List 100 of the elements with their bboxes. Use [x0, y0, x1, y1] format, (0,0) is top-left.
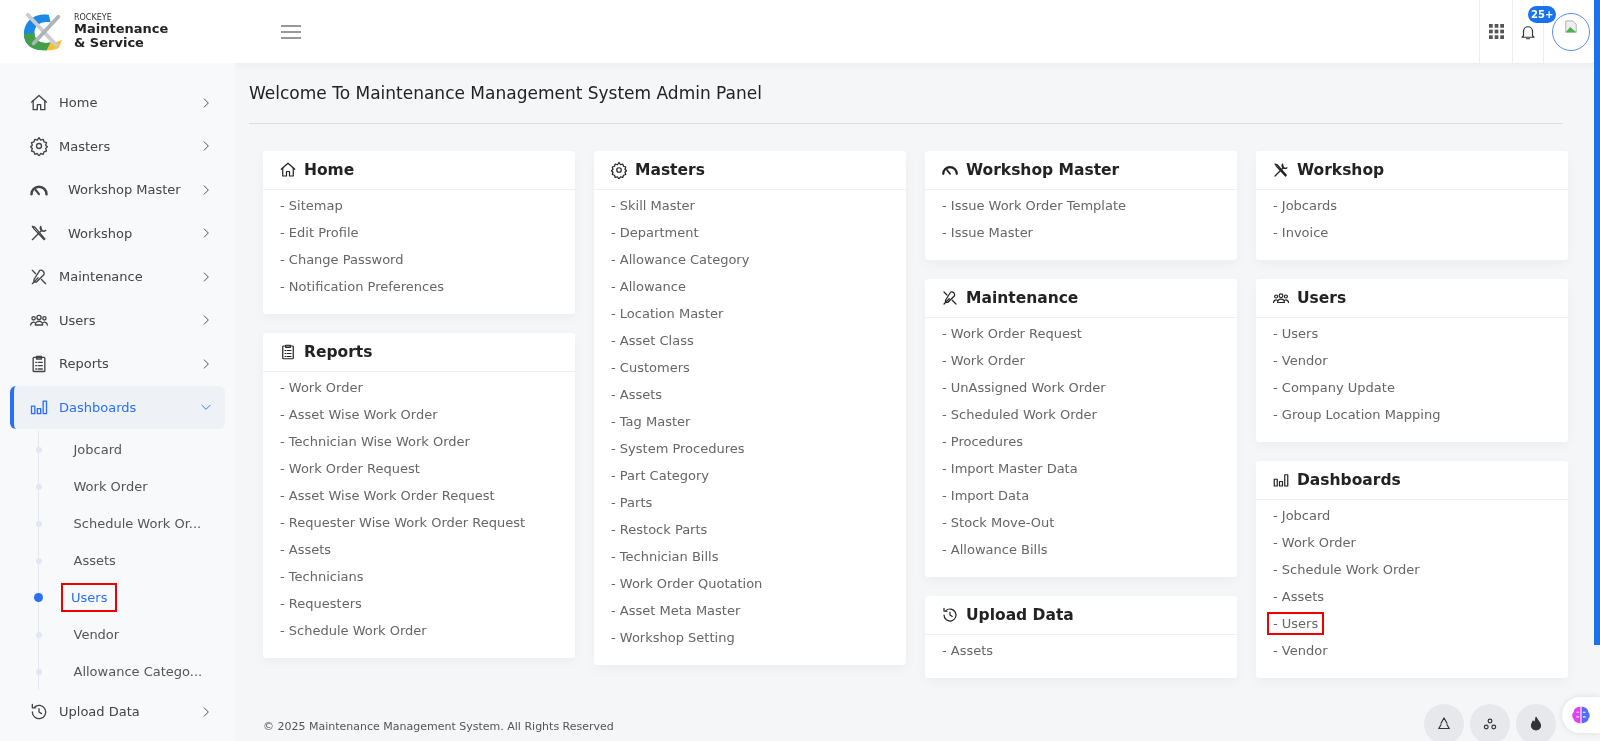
home-icon [29, 92, 49, 113]
submenu-item[interactable]: Allowance Catego... [63, 657, 213, 686]
card-link[interactable]: - Company Update [1267, 376, 1401, 399]
card-link[interactable]: - Users [1267, 322, 1325, 345]
card-link[interactable]: - Work Order [936, 349, 1031, 372]
card-link[interactable]: - Work Order Request [274, 457, 426, 480]
card-link[interactable]: - Asset Wise Work Order Request [274, 484, 501, 507]
sidebar-item[interactable]: Workshop [10, 211, 225, 255]
card-link[interactable]: - Location Master [605, 302, 730, 325]
card-link[interactable]: - Allowance [605, 275, 692, 298]
card-link[interactable]: - Customers [605, 356, 696, 379]
footer-text: © 2025 Maintenance Management System. All Rights Reserved [263, 719, 614, 733]
card-link[interactable]: - Assets [936, 639, 1000, 662]
submenu-item[interactable]: Assets [63, 546, 126, 575]
card-link[interactable]: - Edit Profile [274, 221, 365, 244]
card-link[interactable]: - Work Order Request [936, 322, 1088, 345]
card-link[interactable]: - Issue Master [936, 221, 1039, 244]
card-link[interactable]: - Part Category [605, 464, 715, 487]
notification-badge: 25+ [1528, 6, 1557, 23]
card-link[interactable]: - Vendor [1267, 639, 1334, 662]
wrench-screwdriver-icon [941, 289, 959, 307]
card-link[interactable]: - Asset Meta Master [605, 599, 747, 622]
brand-title: Maintenance [74, 22, 169, 36]
history-icon [29, 701, 49, 722]
card-link[interactable]: - Import Master Data [936, 457, 1084, 480]
assistant-button[interactable] [1562, 697, 1600, 733]
card-link[interactable]: - Scheduled Work Order [936, 403, 1103, 426]
card-link[interactable]: - Procedures [936, 430, 1029, 453]
card-link[interactable]: - Jobcard [1267, 504, 1337, 527]
card-link[interactable]: - Schedule Work Order [274, 619, 433, 642]
card-title: Masters [635, 161, 705, 179]
card-link[interactable]: - Asset Wise Work Order [274, 403, 444, 426]
floating-button[interactable] [1516, 704, 1556, 741]
card-link[interactable]: - Notification Preferences [274, 275, 450, 298]
card-link[interactable]: - Work Order Quotation [605, 572, 769, 595]
card-title: Users [1297, 289, 1347, 307]
card-link[interactable]: - Import Data [936, 484, 1036, 507]
card-link[interactable]: - UnAssigned Work Order [936, 376, 1112, 399]
card-link[interactable]: - Group Location Mapping [1267, 403, 1447, 426]
sidebar-item[interactable]: Maintenance [10, 255, 225, 299]
grid-icon [1488, 24, 1504, 39]
card-link[interactable]: - Schedule Work Order [1267, 558, 1426, 581]
gear-icon [29, 136, 49, 157]
card-link[interactable]: - Users [1267, 612, 1325, 635]
card-title: Dashboards [1297, 471, 1401, 489]
sidebar-item[interactable]: Workshop Master [10, 168, 225, 212]
card-link[interactable]: - Technicians [274, 565, 370, 588]
sidebar-item[interactable]: Masters [10, 124, 225, 168]
brain-icon [1570, 704, 1592, 726]
card-title: Maintenance [966, 289, 1079, 307]
bar-chart-icon [1272, 471, 1290, 489]
card-link[interactable]: - Asset Class [605, 329, 700, 352]
sidebar-item[interactable]: Home [10, 81, 225, 125]
tools-icon [1272, 161, 1290, 179]
card-link[interactable]: - Workshop Setting [605, 626, 741, 649]
card-link[interactable]: - Allowance Bills [936, 538, 1054, 561]
submenu-item[interactable]: Work Order [63, 472, 158, 501]
card-link[interactable]: - Work Order [1267, 531, 1362, 554]
card-link[interactable]: - Tag Master [605, 410, 697, 433]
card-link[interactable]: - Technician Bills [605, 545, 725, 568]
card-link[interactable]: - Issue Work Order Template [936, 194, 1133, 217]
card-link[interactable]: - Requester Wise Work Order Request [274, 511, 532, 534]
clipboard-icon [279, 343, 297, 361]
card-title: Workshop Master [966, 161, 1120, 179]
card-link[interactable]: - Allowance Category [605, 248, 756, 271]
card-link[interactable]: - Assets [1267, 585, 1331, 608]
card-link[interactable]: - Restock Parts [605, 518, 714, 541]
card-link[interactable]: - Sitemap [274, 194, 349, 217]
sidebar-item[interactable]: Reports [10, 342, 225, 386]
card-link[interactable]: - Assets [274, 538, 338, 561]
brand-subtitle: ROCKEYE [74, 13, 113, 23]
card-link[interactable]: - System Procedures [605, 437, 751, 460]
card-link[interactable]: - Change Password [274, 248, 410, 271]
card-link[interactable]: - Assets [605, 383, 669, 406]
card-link[interactable]: - Vendor [1267, 349, 1334, 372]
broken-image-icon [1564, 19, 1578, 34]
card-link[interactable]: - Parts [605, 491, 659, 514]
card-title: Reports [304, 343, 373, 361]
menu-icon [281, 24, 301, 39]
page-title: Welcome To Maintenance Management System Admin Panel [249, 83, 1563, 124]
card-link[interactable]: - Technician Wise Work Order [274, 430, 476, 453]
submenu-item[interactable]: Vendor [63, 620, 130, 649]
card-link[interactable]: - Invoice [1267, 221, 1335, 244]
sidebar-item[interactable]: Users [10, 298, 225, 342]
submenu-item[interactable]: Schedule Work Or... [63, 509, 212, 538]
sidebar-item[interactable]: Dashboards [10, 385, 225, 429]
brand-title: & Service [74, 35, 145, 50]
card-title: Home [304, 161, 355, 179]
card-link[interactable]: - Work Order [274, 376, 369, 399]
submenu-item[interactable]: Users [61, 583, 118, 612]
card-title: Upload Data [966, 606, 1074, 624]
card-link[interactable]: - Requesters [274, 592, 368, 615]
card-link[interactable]: - Department [605, 221, 705, 244]
card-link[interactable]: - Skill Master [605, 194, 701, 217]
card-link[interactable]: - Jobcards [1267, 194, 1344, 217]
avatar-button[interactable] [1552, 12, 1590, 51]
submenu-item[interactable]: Jobcard [63, 435, 133, 464]
card-link[interactable]: - Stock Move-Out [936, 511, 1061, 534]
gear-icon [610, 161, 628, 179]
sidebar-item[interactable]: Upload Data [10, 690, 225, 734]
